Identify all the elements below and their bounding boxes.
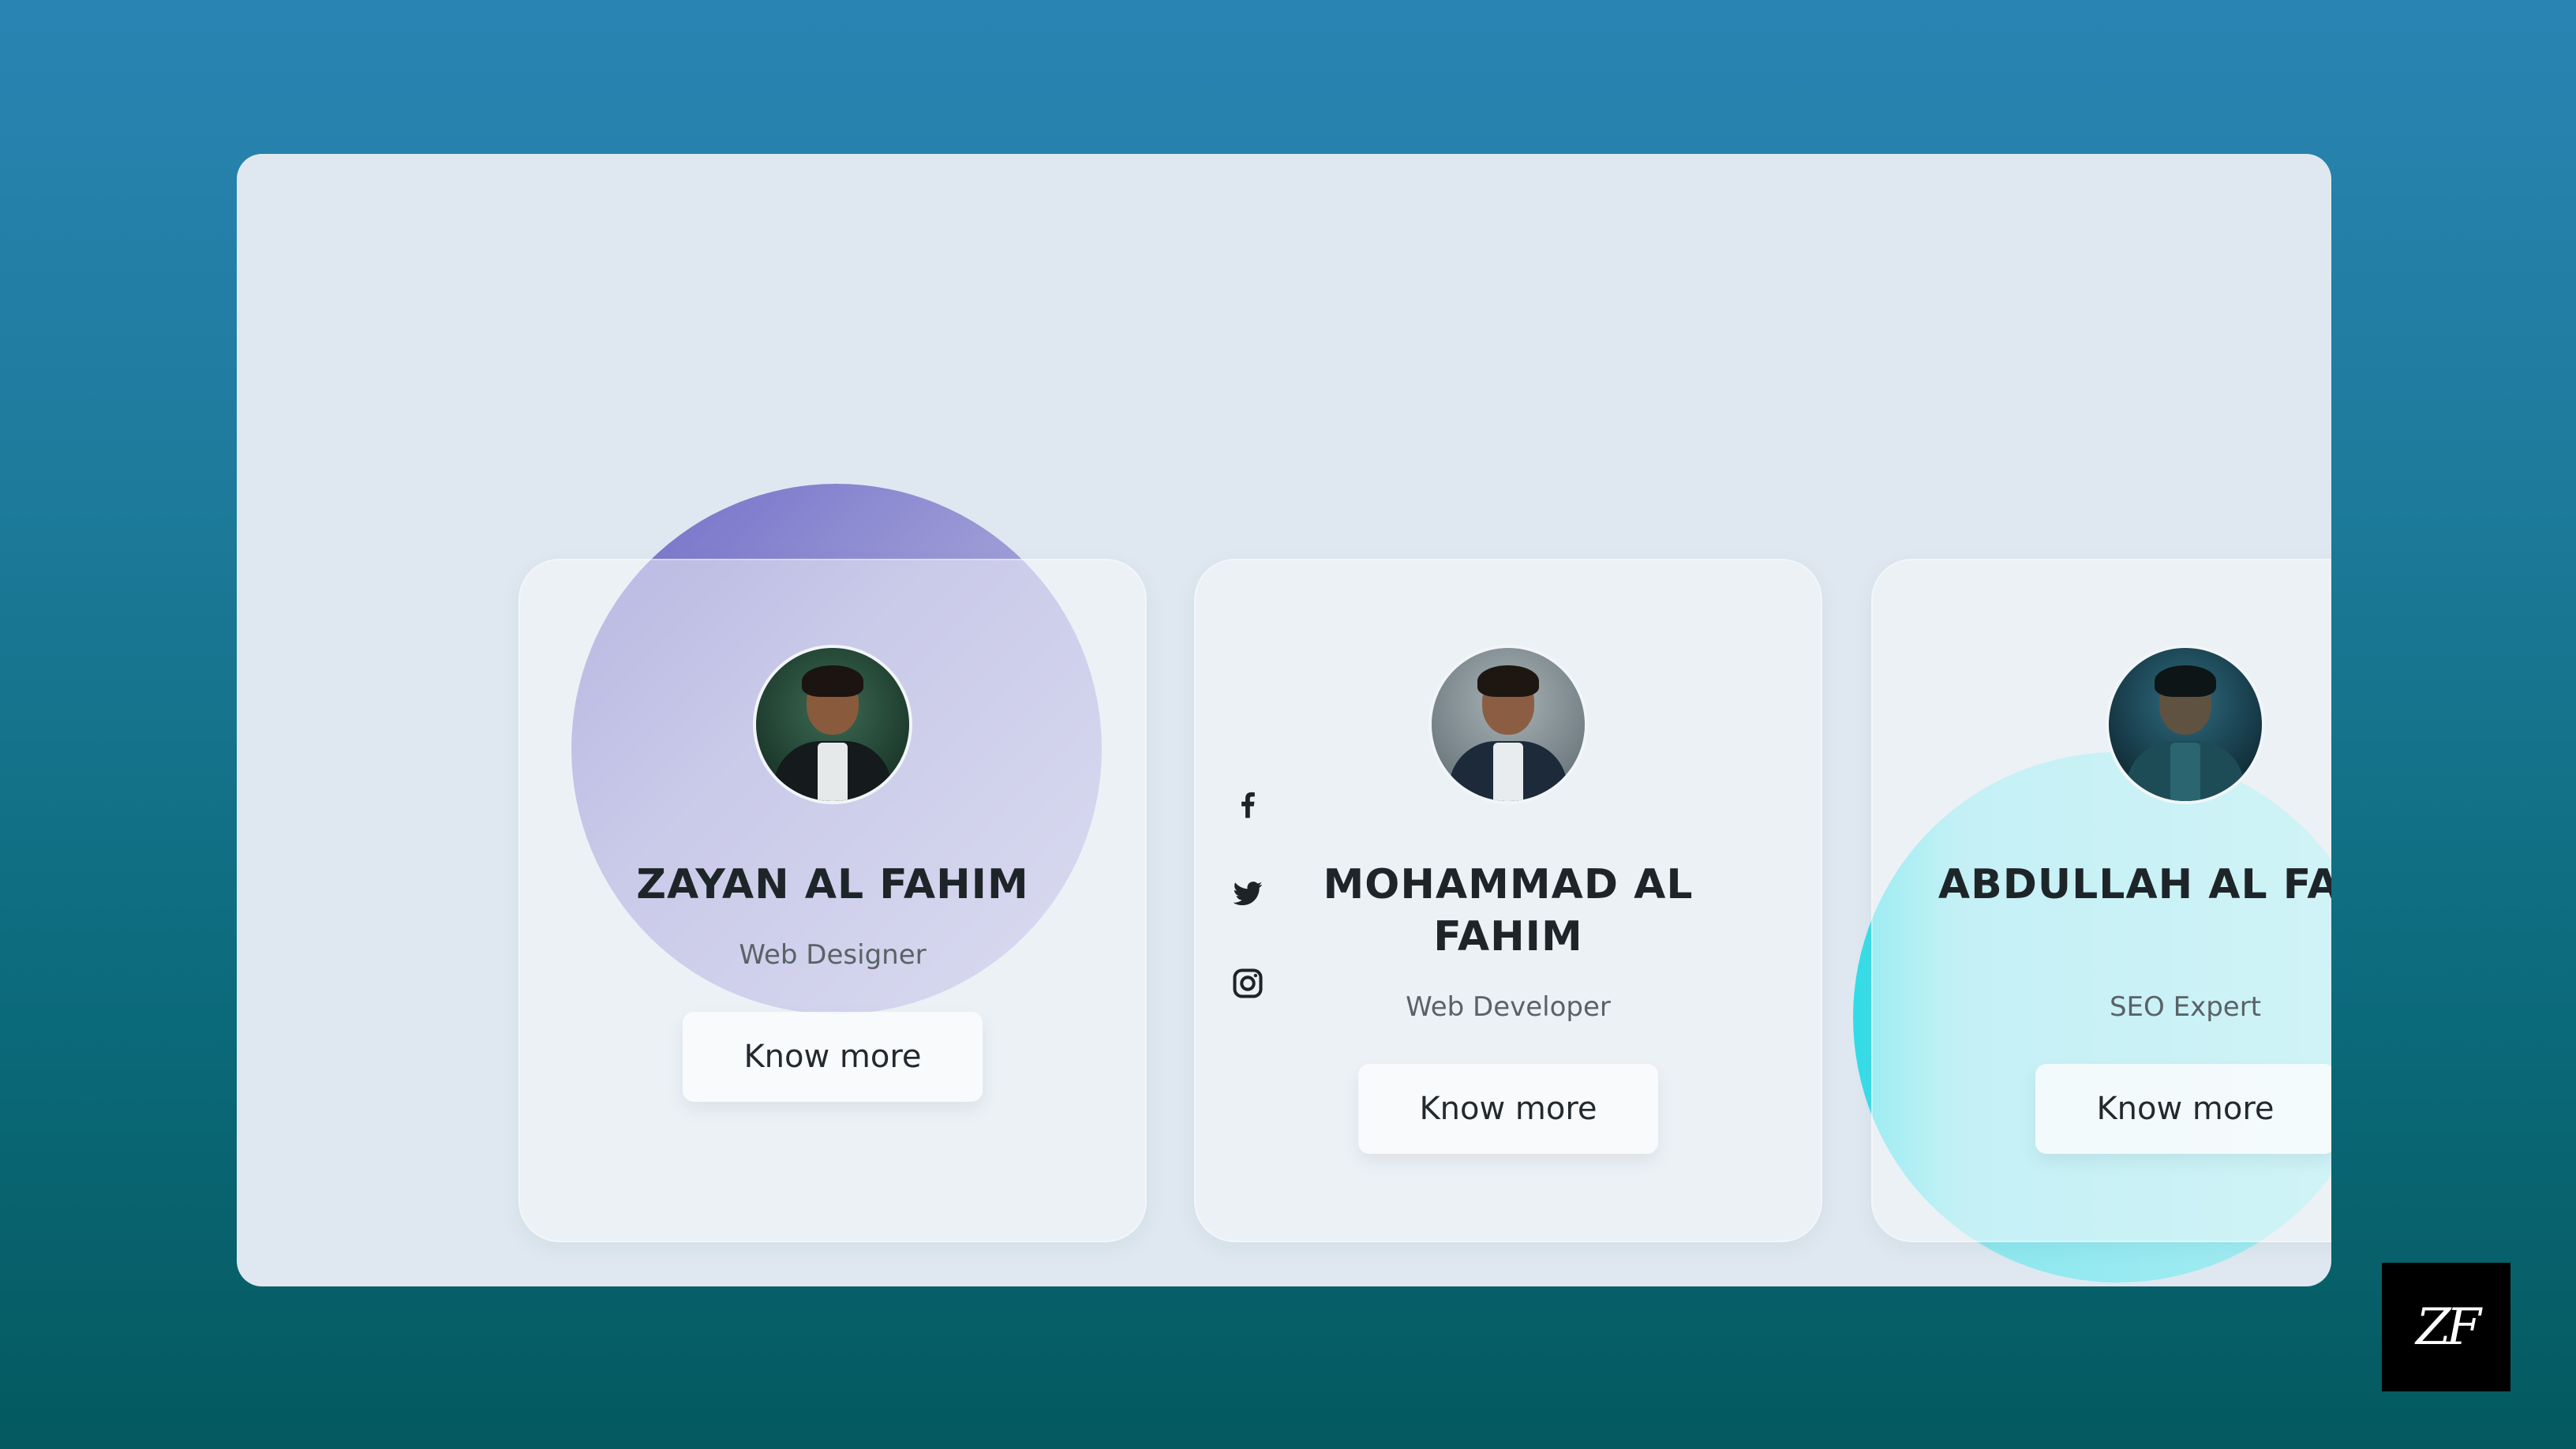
team-card-zayan: ZAYAN AL FAHIM Web Designer Know more bbox=[519, 559, 1147, 1242]
member-name: ZAYAN AL FAHIM bbox=[636, 861, 1029, 908]
brand-logo: ZF bbox=[2382, 1263, 2510, 1391]
know-more-button[interactable]: Know more bbox=[1358, 1064, 1658, 1154]
know-more-button[interactable]: Know more bbox=[2035, 1064, 2331, 1154]
member-role: Web Designer bbox=[739, 939, 927, 971]
team-panel: ZAYAN AL FAHIM Web Designer Know more MO… bbox=[237, 154, 2331, 1286]
member-role: SEO Expert bbox=[2109, 991, 2262, 1023]
logo-text: ZF bbox=[2416, 1297, 2481, 1357]
know-more-button[interactable]: Know more bbox=[683, 1012, 983, 1102]
avatar bbox=[753, 645, 912, 804]
member-name: MOHAMMAD AL FAHIM bbox=[1323, 861, 1694, 960]
avatar bbox=[1428, 645, 1588, 804]
facebook-icon[interactable] bbox=[1226, 781, 1270, 826]
team-card-mohammad: MOHAMMAD AL FAHIM Web Developer Know mor… bbox=[1194, 559, 1822, 1242]
team-card-abdullah: ABDULLAH AL FAHIM SEO Expert Know more bbox=[1871, 559, 2331, 1242]
avatar bbox=[2106, 645, 2265, 804]
member-role: Web Developer bbox=[1406, 991, 1611, 1023]
member-name: ABDULLAH AL FAHIM bbox=[1938, 861, 2331, 908]
